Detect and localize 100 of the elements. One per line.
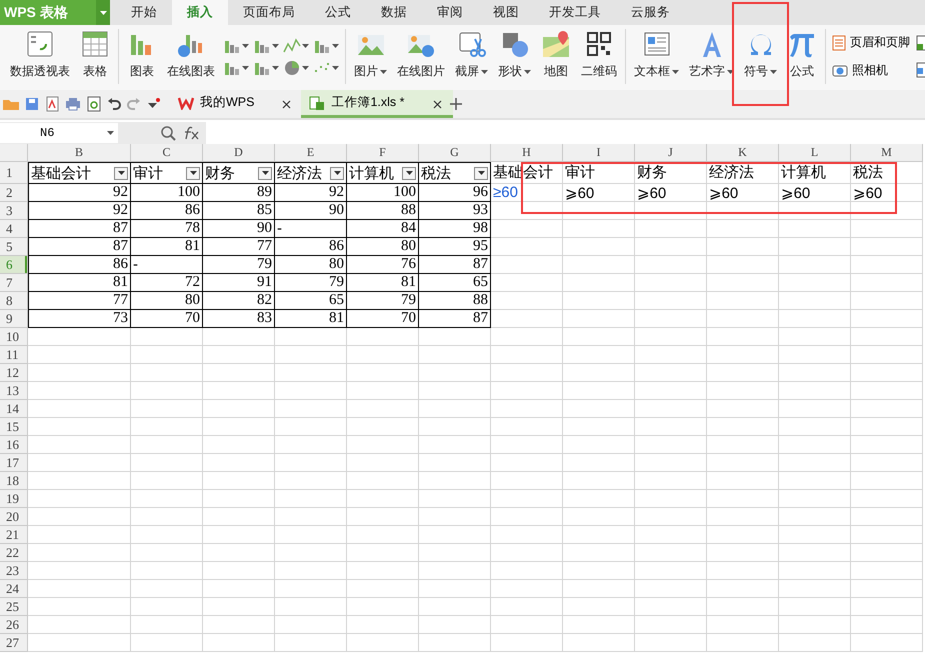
ribbon-button[interactable]: 形状 xyxy=(496,29,533,84)
menu-tab[interactable]: 数据 xyxy=(366,0,422,25)
zoom-icon[interactable] xyxy=(160,125,176,141)
empty-cell xyxy=(851,544,923,562)
close-icon xyxy=(432,100,442,108)
column-header[interactable]: B xyxy=(28,144,131,162)
ribbon-button[interactable]: 在线图片 xyxy=(395,29,447,84)
empty-cell xyxy=(635,454,707,472)
empty-cell xyxy=(851,292,923,310)
empty-cell xyxy=(635,328,707,346)
row-header[interactable]: 18 xyxy=(0,472,28,490)
empty-cell xyxy=(131,454,203,472)
menu-tab[interactable]: 插入 xyxy=(172,0,228,25)
row-header[interactable]: 24 xyxy=(0,580,28,598)
row-header[interactable]: 13 xyxy=(0,382,28,400)
empty-cell xyxy=(707,220,779,238)
row-header[interactable]: 23 xyxy=(0,562,28,580)
ribbon-button[interactable]: 地图 xyxy=(539,29,573,84)
chart-type-button[interactable] xyxy=(283,38,309,54)
column-header[interactable]: M xyxy=(851,144,923,162)
menu-tab[interactable]: 视图 xyxy=(478,0,534,25)
ribbon-button[interactable]: 页眉和页脚 xyxy=(832,34,910,52)
empty-cell xyxy=(131,436,203,454)
row-header[interactable]: 20 xyxy=(0,508,28,526)
filter-dropdown-button[interactable] xyxy=(474,166,488,180)
row-header[interactable]: 26 xyxy=(0,616,28,634)
row-header[interactable]: 21 xyxy=(0,526,28,544)
menu-tab[interactable]: 公式 xyxy=(310,0,366,25)
column-header[interactable]: J xyxy=(635,144,707,162)
ribbon-button[interactable]: 照相机 xyxy=(832,62,910,79)
row-header[interactable]: 11 xyxy=(0,346,28,364)
cell-text: 100 xyxy=(394,184,416,201)
row-header[interactable]: 9 xyxy=(0,310,28,328)
column-header[interactable]: H xyxy=(491,144,563,162)
empty-cell xyxy=(779,310,851,328)
function-icon[interactable] xyxy=(182,126,200,140)
filter-dropdown-button[interactable] xyxy=(330,166,344,180)
ribbon-button[interactable]: 图表 xyxy=(125,29,159,84)
column-header[interactable]: E xyxy=(275,144,347,162)
row-header[interactable]: 2 xyxy=(0,184,28,202)
row-header[interactable]: 5 xyxy=(0,238,28,256)
row-header[interactable]: 27 xyxy=(0,634,28,652)
caret-icon xyxy=(524,70,531,74)
row-header[interactable]: 25 xyxy=(0,598,28,616)
ribbon-button[interactable]: 截屏 xyxy=(453,29,490,84)
cell-text: 审计 xyxy=(565,163,595,182)
cell-text: - xyxy=(133,256,138,273)
column-header[interactable]: F xyxy=(347,144,419,162)
empty-cell xyxy=(419,382,491,400)
ribbon-button[interactable]: 二维码 xyxy=(579,29,619,84)
cell-text: ≥60 xyxy=(493,184,518,201)
column-header[interactable]: C xyxy=(131,144,203,162)
chart-type-button[interactable] xyxy=(283,60,309,76)
filter-dropdown-button[interactable] xyxy=(258,166,272,180)
row-header[interactable]: 1 xyxy=(0,162,28,184)
empty-cell xyxy=(491,418,563,436)
ribbon-button[interactable]: 图片 xyxy=(352,29,389,84)
cell-text: 65 xyxy=(329,292,344,309)
empty-cell xyxy=(635,364,707,382)
menu-tab[interactable]: 页面布局 xyxy=(228,0,310,25)
app-menu-button[interactable] xyxy=(96,0,110,25)
ribbon-button[interactable]: 数据透视表 xyxy=(8,29,72,84)
row-header[interactable]: 8 xyxy=(0,292,28,310)
row-header[interactable]: 16 xyxy=(0,436,28,454)
row-header[interactable]: 17 xyxy=(0,454,28,472)
row-header[interactable]: 3 xyxy=(0,202,28,220)
row-header[interactable]: 22 xyxy=(0,544,28,562)
ribbon-button[interactable]: 公式 xyxy=(785,29,819,84)
column-header[interactable]: K xyxy=(707,144,779,162)
filter-dropdown-button[interactable] xyxy=(186,166,200,180)
empty-cell xyxy=(491,382,563,400)
menu-tab[interactable]: 开发工具 xyxy=(534,0,616,25)
ribbon-button[interactable]: 表格 xyxy=(78,29,112,84)
menu-tab[interactable]: 云服务 xyxy=(616,0,685,25)
menu-tab[interactable]: 开始 xyxy=(116,0,172,25)
menu-tab[interactable]: 审阅 xyxy=(422,0,478,25)
document-tab[interactable]: 工作簿1.xls * xyxy=(301,90,453,118)
column-header[interactable]: L xyxy=(779,144,851,162)
name-box[interactable]: N6 xyxy=(0,123,118,143)
empty-cell xyxy=(203,616,275,634)
cell-text: 70 xyxy=(401,310,416,327)
row-header[interactable]: 19 xyxy=(0,490,28,508)
row-header[interactable]: 4 xyxy=(0,220,28,238)
filter-dropdown-button[interactable] xyxy=(114,166,128,180)
row-header[interactable]: 15 xyxy=(0,418,28,436)
empty-cell xyxy=(131,364,203,382)
column-header[interactable]: G xyxy=(419,144,491,162)
row-header[interactable]: 14 xyxy=(0,400,28,418)
ribbon-button[interactable]: 艺术字 xyxy=(687,29,736,84)
ribbon-button[interactable]: 符号 xyxy=(742,29,779,84)
column-header[interactable]: I xyxy=(563,144,635,162)
ribbon-button[interactable]: 在线图表 xyxy=(165,29,217,84)
row-header[interactable]: 10 xyxy=(0,328,28,346)
formula-input[interactable] xyxy=(206,122,925,144)
filter-dropdown-button[interactable] xyxy=(402,166,416,180)
empty-cell xyxy=(563,274,635,292)
row-header[interactable]: 7 xyxy=(0,274,28,292)
ribbon-button[interactable]: 文本框 xyxy=(632,29,681,84)
row-header[interactable]: 12 xyxy=(0,364,28,382)
column-header[interactable]: D xyxy=(203,144,275,162)
